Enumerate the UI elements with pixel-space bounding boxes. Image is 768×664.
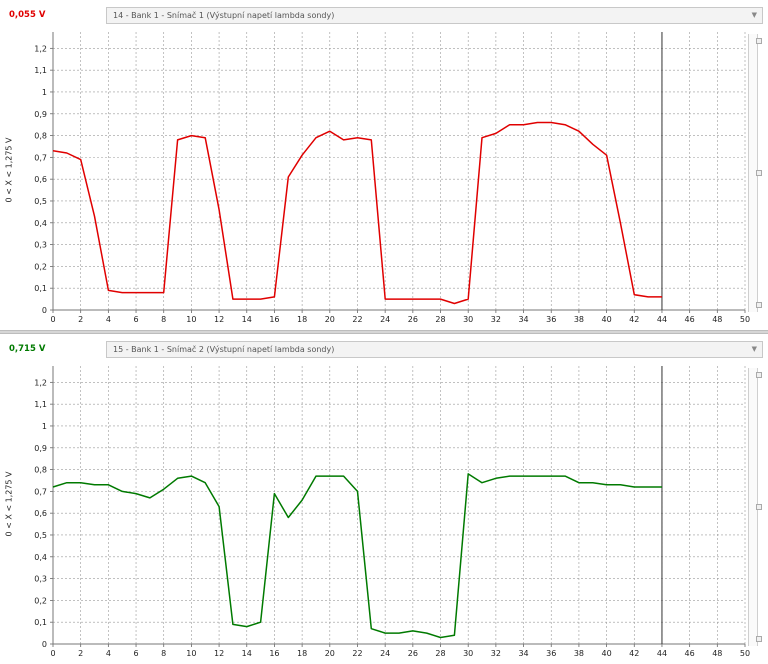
chart-panel-1: 0,055 V 14 - Bank 1 - Snímač 1 (Výstupní…	[0, 0, 768, 330]
x-tick-label: 10	[186, 315, 196, 324]
y-tick-label: 0,6	[34, 175, 47, 184]
scrollbar-thumb[interactable]	[756, 170, 762, 176]
x-tick-label: 44	[657, 315, 667, 324]
x-tick-label: 46	[685, 315, 695, 324]
x-tick-label: 44	[657, 649, 667, 658]
chart-panel-2: 0,715 V 15 - Bank 1 - Snímač 2 (Výstupní…	[0, 334, 768, 664]
y-tick-label: 0,1	[34, 618, 47, 627]
x-tick-label: 14	[242, 315, 252, 324]
x-tick-label: 34	[518, 315, 528, 324]
x-tick-label: 18	[297, 315, 307, 324]
x-tick-label: 32	[491, 315, 501, 324]
line-chart[interactable]: 0 2 4 6 8 10 12 14 16 18 20 22 24 26 28 30 32 34 36 38 40 42 4…	[0, 334, 768, 664]
x-tick-label: 30	[463, 315, 473, 324]
y-tick-label: 0,5	[34, 197, 47, 206]
y-tick-label: 0,2	[34, 262, 47, 271]
y-tick-label: 0,1	[34, 284, 47, 293]
y-tick-label: 0,5	[34, 531, 47, 540]
y-tick-label: 0,3	[34, 575, 47, 584]
x-tick-label: 16	[269, 649, 279, 658]
scrollbar-thumb[interactable]	[756, 504, 762, 510]
x-tick-label: 38	[574, 315, 584, 324]
y-tick-label: 0,9	[34, 444, 47, 453]
y-tick-label: 0	[42, 306, 47, 315]
x-tick-label: 0	[50, 315, 55, 324]
x-tick-label: 32	[491, 649, 501, 658]
x-tick-label: 6	[133, 315, 138, 324]
y-tick-label: 0	[42, 640, 47, 649]
x-tick-label: 12	[214, 315, 224, 324]
x-tick-label: 2	[78, 649, 83, 658]
x-tick-label: 26	[408, 315, 418, 324]
y-tick-label: 1	[42, 88, 47, 97]
x-tick-label: 24	[380, 649, 390, 658]
x-tick-label: 20	[325, 649, 335, 658]
y-tick-label: 0,9	[34, 110, 47, 119]
x-tick-label: 46	[685, 649, 695, 658]
x-tick-label: 2	[78, 315, 83, 324]
y-tick-label: 0,7	[34, 487, 47, 496]
x-tick-label: 20	[325, 315, 335, 324]
y-tick-label: 0,3	[34, 241, 47, 250]
x-tick-label: 22	[352, 649, 362, 658]
y-tick-label: 0,2	[34, 596, 47, 605]
x-tick-label: 36	[546, 315, 556, 324]
x-tick-label: 8	[161, 649, 166, 658]
x-tick-label: 42	[629, 315, 639, 324]
y-tick-label: 1,1	[34, 400, 47, 409]
x-tick-label: 40	[602, 649, 612, 658]
grid	[53, 32, 746, 310]
y-tick-label: 0,4	[34, 553, 47, 562]
x-tick-label: 22	[352, 315, 362, 324]
x-tick-label: 30	[463, 649, 473, 658]
y-tick-label: 0,6	[34, 509, 47, 518]
x-tick-label: 8	[161, 315, 166, 324]
x-tick-label: 4	[106, 649, 111, 658]
x-tick-label: 24	[380, 315, 390, 324]
x-tick-label: 10	[186, 649, 196, 658]
x-tick-label: 34	[518, 649, 528, 658]
x-tick-label: 50	[740, 649, 750, 658]
x-tick-label: 0	[50, 649, 55, 658]
grid	[53, 366, 746, 644]
x-tick-label: 36	[546, 649, 556, 658]
x-tick-label: 42	[629, 649, 639, 658]
x-tick-label: 28	[435, 315, 445, 324]
x-tick-label: 26	[408, 649, 418, 658]
y-tick-label: 0,4	[34, 219, 47, 228]
x-tick-label: 6	[133, 649, 138, 658]
scrollbar-thumb[interactable]	[756, 302, 762, 308]
x-tick-label: 48	[712, 315, 722, 324]
x-tick-label: 40	[602, 315, 612, 324]
scrollbar-thumb[interactable]	[756, 372, 762, 378]
x-tick-label: 38	[574, 649, 584, 658]
scrollbar-thumb[interactable]	[756, 38, 762, 44]
line-chart[interactable]: 0 2 4 6 8 10 12 14 16 18 20 22 24 26 28 30 32 34 36 38 40 42 4…	[0, 0, 768, 330]
x-tick-label: 16	[269, 315, 279, 324]
y-tick-label: 0,8	[34, 466, 47, 475]
y-tick-label: 1	[42, 422, 47, 431]
x-tick-label: 4	[106, 315, 111, 324]
y-tick-label: 1,2	[34, 378, 47, 387]
x-tick-label: 50	[740, 315, 750, 324]
scrollbar-thumb[interactable]	[756, 636, 762, 642]
x-tick-label: 18	[297, 649, 307, 658]
y-tick-label: 0,7	[34, 153, 47, 162]
x-tick-label: 48	[712, 649, 722, 658]
x-tick-label: 14	[242, 649, 252, 658]
y-tick-label: 0,8	[34, 132, 47, 141]
y-tick-label: 1,1	[34, 66, 47, 75]
x-tick-label: 28	[435, 649, 445, 658]
y-tick-label: 1,2	[34, 44, 47, 53]
x-tick-label: 12	[214, 649, 224, 658]
